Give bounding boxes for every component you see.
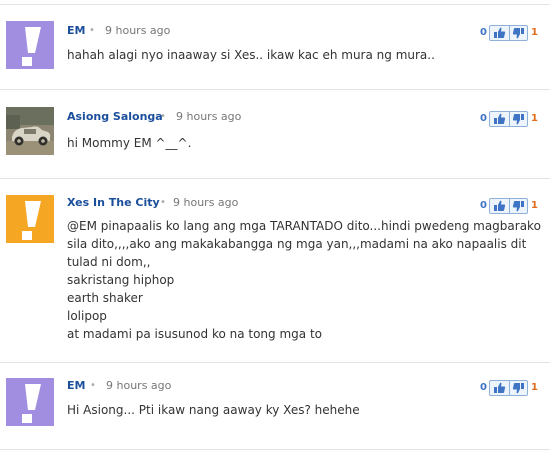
vote-buttons: [489, 380, 528, 396]
vote-buttons: [489, 111, 528, 127]
comment-timestamp[interactable]: 9 hours ago: [173, 196, 238, 209]
comment-line: hi Mommy EM ^__^.: [67, 136, 192, 150]
comment-timestamp[interactable]: 9 hours ago: [176, 110, 241, 123]
comment-body: @EM pinapaalis ko lang ang mga TARANTADO…: [67, 217, 541, 343]
comment-item: Asiong Salonga • 9 hours ago 0 1 hi Momm…: [0, 90, 550, 178]
thumbs-down-icon: [512, 28, 524, 39]
vote-buttons: [489, 198, 528, 214]
comment-line: hahah alagi nyo inaaway si Xes.. ikaw ka…: [67, 48, 435, 62]
downvote-count: 1: [531, 113, 538, 124]
divider: [0, 449, 550, 450]
comment-line: tulad ni dom,,: [67, 255, 151, 269]
thumbs-up-icon: [494, 382, 506, 393]
thumbs-up-icon: [494, 27, 506, 38]
comment-body: hi Mommy EM ^__^.: [67, 134, 537, 152]
comment-item: Xes In The City • 9 hours ago 0 1 @EM pi…: [0, 179, 550, 361]
comment-line: @EM pinapaalis ko lang ang mga TARANTADO…: [67, 219, 541, 233]
comment-line: at madami pa isusunod ko na tong mga to: [67, 327, 322, 341]
comment-body: hahah alagi nyo inaaway si Xes.. ikaw ka…: [67, 46, 537, 64]
upvote-count: 0: [480, 113, 487, 124]
comment-author[interactable]: EM: [67, 379, 85, 392]
avatar[interactable]: [6, 195, 54, 243]
separator-dot: •: [160, 111, 166, 122]
thumbs-down-icon: [512, 383, 524, 394]
downvote-button[interactable]: [509, 381, 528, 395]
avatar[interactable]: [6, 21, 54, 69]
exclamation-avatar-icon: [6, 378, 54, 426]
comment-body: Hi Asiong... Pti ikaw nang aaway ky Xes?…: [67, 401, 537, 419]
thumbs-down-icon: [512, 201, 524, 212]
separator-dot: •: [160, 197, 166, 208]
vote-buttons: [489, 25, 528, 41]
exclamation-avatar-icon: [6, 21, 54, 69]
downvote-button[interactable]: [509, 26, 528, 40]
thumbs-down-icon: [512, 114, 524, 125]
downvote-count: 1: [531, 382, 538, 393]
upvote-button[interactable]: [490, 199, 510, 213]
separator-dot: •: [90, 380, 96, 391]
avatar[interactable]: [6, 378, 54, 426]
comment-line: sila dito,,,,ako ang makakabangga ng mga…: [67, 237, 527, 251]
upvote-count: 0: [480, 382, 487, 393]
separator-dot: •: [89, 25, 95, 36]
upvote-button[interactable]: [490, 112, 510, 126]
vintage-car-photo-icon: [6, 107, 54, 155]
upvote-button[interactable]: [490, 381, 510, 395]
upvote-button[interactable]: [490, 26, 510, 40]
avatar[interactable]: [6, 107, 54, 155]
comment-author[interactable]: Asiong Salonga: [67, 110, 163, 123]
comment-item: EM • 9 hours ago 0 1 hahah alagi nyo ina…: [0, 5, 550, 85]
comment-author[interactable]: Xes In The City: [67, 196, 160, 209]
upvote-count: 0: [480, 200, 487, 211]
upvote-count: 0: [480, 27, 487, 38]
comment-timestamp[interactable]: 9 hours ago: [106, 379, 171, 392]
downvote-count: 1: [531, 200, 538, 211]
comment-author[interactable]: EM: [67, 24, 85, 37]
comment-line: Hi Asiong... Pti ikaw nang aaway ky Xes?…: [67, 403, 360, 417]
exclamation-avatar-icon: [6, 195, 54, 243]
comment-line: sakristang hiphop: [67, 273, 175, 287]
comment-line: earth shaker: [67, 291, 143, 305]
comment-timestamp[interactable]: 9 hours ago: [105, 24, 170, 37]
comment-line: lolipop: [67, 309, 107, 323]
downvote-button[interactable]: [509, 199, 528, 213]
comment-item: EM • 9 hours ago 0 1 Hi Asiong... Pti ik…: [0, 363, 550, 449]
downvote-count: 1: [531, 27, 538, 38]
thumbs-up-icon: [494, 113, 506, 124]
downvote-button[interactable]: [509, 112, 528, 126]
thumbs-up-icon: [494, 200, 506, 211]
